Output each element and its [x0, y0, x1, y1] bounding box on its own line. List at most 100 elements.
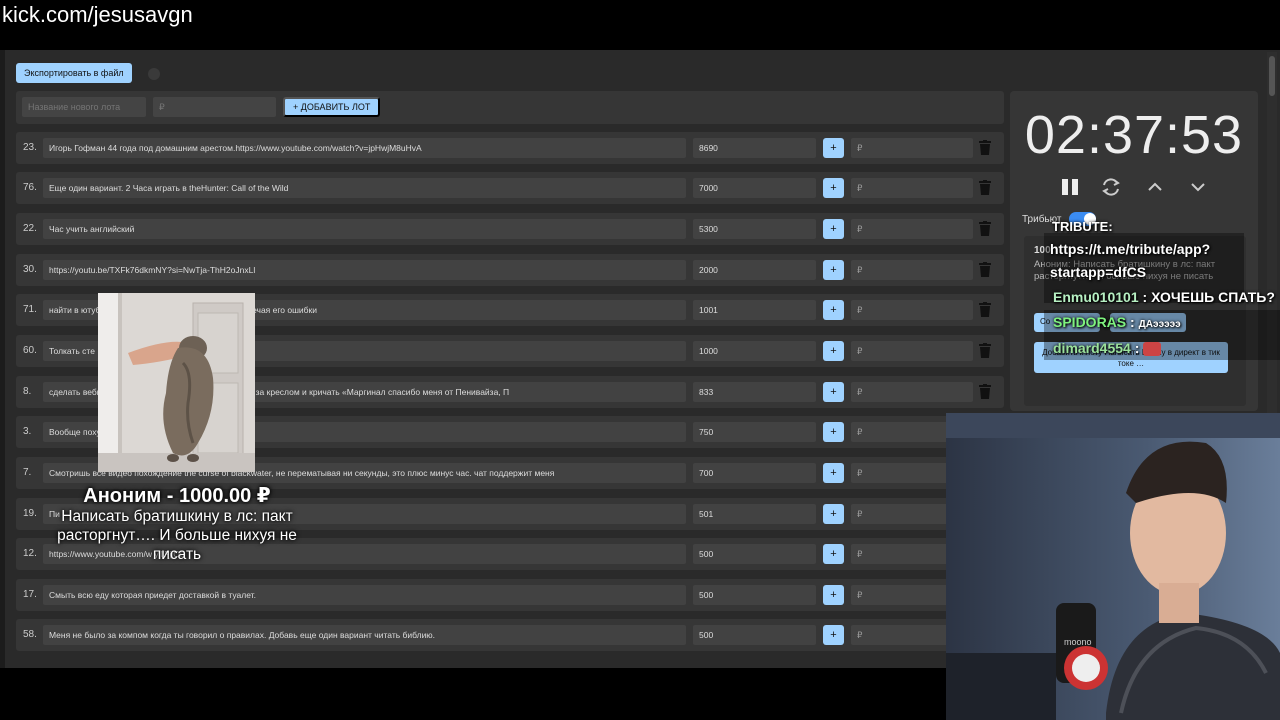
- lot-add-amount-button[interactable]: +: [823, 178, 844, 198]
- lot-row: 58. Меня не было за компом когда ты говор…: [16, 619, 1004, 651]
- webcam-feed: moono: [946, 413, 1280, 720]
- new-lot-name-input[interactable]: [22, 97, 146, 117]
- trash-icon[interactable]: [979, 262, 991, 277]
- lot-name-input[interactable]: Час учить английский: [43, 219, 686, 239]
- lot-add-amount-button[interactable]: +: [823, 138, 844, 158]
- chat-username[interactable]: dimard4554: [1053, 340, 1131, 356]
- trash-icon[interactable]: [979, 302, 991, 317]
- chat-message: Enmu010101 : ХОЧЕШЬ СПАТЬ?: [1053, 289, 1275, 305]
- lot-name-input[interactable]: Меня не было за компом когда ты говорил …: [43, 625, 686, 645]
- lot-add-amount-button[interactable]: +: [823, 260, 844, 280]
- lot-add-amount-button[interactable]: +: [823, 219, 844, 239]
- chat-line: TRIBUTE:: [1052, 219, 1113, 234]
- reset-icon[interactable]: [1100, 176, 1122, 198]
- lot-row: 76. Еще один вариант. 2 Часа играть в the…: [16, 172, 1004, 204]
- alert-gif-image: [98, 293, 255, 472]
- lot-number: 3.: [23, 426, 32, 437]
- lot-number: 58.: [23, 629, 37, 640]
- add-lot-button[interactable]: + ДОБАВИТЬ ЛОТ: [283, 97, 381, 117]
- lot-number: 30.: [23, 264, 37, 275]
- lot-amount-field[interactable]: 700: [693, 463, 816, 483]
- timer-display: 02:37:53: [1024, 105, 1244, 165]
- chat-separator: :: [1130, 340, 1144, 356]
- lot-amount-field[interactable]: 8690: [693, 138, 816, 158]
- chat-separator: :: [1138, 289, 1152, 305]
- lot-add-amount-button[interactable]: +: [823, 625, 844, 645]
- lot-row: 23. Игорь Гофман 44 года под домашним аре…: [16, 132, 1004, 164]
- lot-add-amount-input[interactable]: ₽: [851, 138, 973, 158]
- lot-amount-field[interactable]: 750: [693, 422, 816, 442]
- lot-amount-field[interactable]: 1000: [693, 341, 816, 361]
- chat-message: dimard4554 :: [1053, 340, 1162, 357]
- lot-add-amount-button[interactable]: +: [823, 463, 844, 483]
- lot-add-amount-button[interactable]: +: [823, 544, 844, 564]
- export-button[interactable]: Экспортировать в файл: [16, 63, 132, 83]
- alert-title: Аноним - 1000.00 ₽: [83, 485, 271, 507]
- chat-line: startapp=dfCS: [1050, 264, 1147, 280]
- lot-number: 7.: [23, 467, 32, 478]
- lot-name-input[interactable]: https://youtu.be/TXFk76dkmNY?si=NwTja-Th…: [43, 260, 686, 280]
- lot-number: 22.: [23, 223, 37, 234]
- lot-add-amount-button[interactable]: +: [823, 300, 844, 320]
- lot-add-amount-button[interactable]: +: [823, 504, 844, 524]
- chat-username[interactable]: Enmu010101: [1053, 289, 1139, 305]
- stream-bottom-bar: [0, 668, 946, 720]
- lot-add-amount-input[interactable]: ₽: [851, 341, 973, 361]
- lot-add-amount-button[interactable]: +: [823, 341, 844, 361]
- lot-number: 19.: [23, 508, 37, 519]
- lot-number: 60.: [23, 345, 37, 356]
- lot-amount-field[interactable]: 1001: [693, 300, 816, 320]
- lot-name-input[interactable]: Еще один вариант. 2 Часа играть в theHun…: [43, 178, 686, 198]
- lot-name-input[interactable]: Игорь Гофман 44 года под домашним аресто…: [43, 138, 686, 158]
- lot-row: 17. Смыть всю еду которая приедет доставк…: [16, 579, 1004, 611]
- chevron-up-icon[interactable]: [1144, 176, 1166, 198]
- scroll-thumb[interactable]: [1269, 56, 1275, 96]
- trash-icon[interactable]: [979, 180, 991, 195]
- lot-name-input[interactable]: Смыть всю еду которая приедет доставкой …: [43, 585, 686, 605]
- lot-add-amount-input[interactable]: ₽: [851, 178, 973, 198]
- theme-toggle[interactable]: [148, 68, 160, 80]
- url-text: kick.com/jesusavgn: [2, 2, 193, 27]
- lot-number: 17.: [23, 589, 37, 600]
- lot-amount-field[interactable]: 2000: [693, 260, 816, 280]
- lot-add-amount-input[interactable]: ₽: [851, 382, 973, 402]
- trash-icon[interactable]: [979, 221, 991, 236]
- lot-amount-field[interactable]: 501: [693, 504, 816, 524]
- lot-amount-field[interactable]: 5300: [693, 219, 816, 239]
- new-lot-amount-input[interactable]: [153, 97, 276, 117]
- chat-text: ХОЧЕШЬ СПАТЬ?: [1151, 289, 1275, 305]
- trash-icon[interactable]: [979, 343, 991, 358]
- lot-amount-field[interactable]: 500: [693, 585, 816, 605]
- chat-separator: :: [1126, 314, 1139, 330]
- lot-add-amount-button[interactable]: +: [823, 382, 844, 402]
- lot-row: 30. https://youtu.be/TXFk76dkmNY?si=NwTja…: [16, 254, 1004, 286]
- pause-icon[interactable]: [1059, 176, 1081, 198]
- lot-add-amount-button[interactable]: +: [823, 585, 844, 605]
- lot-number: 76.: [23, 182, 37, 193]
- lot-number: 71.: [23, 304, 37, 315]
- emote-icon: [1143, 342, 1162, 357]
- svg-text:moono: moono: [1064, 637, 1092, 647]
- lot-add-amount-input[interactable]: ₽: [851, 260, 973, 280]
- chat-text: ДАэээээ: [1138, 319, 1181, 330]
- trash-icon[interactable]: [979, 384, 991, 399]
- chat-line: https://t.me/tribute/app?: [1050, 241, 1211, 257]
- lot-number: 8.: [23, 386, 32, 397]
- lot-row: 22. Час учить английский 5300 + ₽: [16, 213, 1004, 245]
- lot-add-amount-input[interactable]: ₽: [851, 300, 973, 320]
- lot-number: 23.: [23, 142, 37, 153]
- chat-message: SPIDORAS : ДАэээээ: [1053, 314, 1181, 330]
- lot-add-amount-button[interactable]: +: [823, 422, 844, 442]
- trash-icon[interactable]: [979, 140, 991, 155]
- chevron-down-icon[interactable]: [1187, 176, 1209, 198]
- alert-message: Написать братишкину в лс: пакт расторгну…: [57, 508, 297, 563]
- lot-amount-field[interactable]: 7000: [693, 178, 816, 198]
- url-bar: kick.com/jesusavgn: [0, 0, 1280, 50]
- app-left-edge: [0, 50, 5, 668]
- chat-username[interactable]: SPIDORAS: [1053, 314, 1126, 330]
- lot-amount-field[interactable]: 500: [693, 625, 816, 645]
- lot-number: 12.: [23, 548, 37, 559]
- lot-add-amount-input[interactable]: ₽: [851, 219, 973, 239]
- lot-amount-field[interactable]: 833: [693, 382, 816, 402]
- lot-amount-field[interactable]: 500: [693, 544, 816, 564]
